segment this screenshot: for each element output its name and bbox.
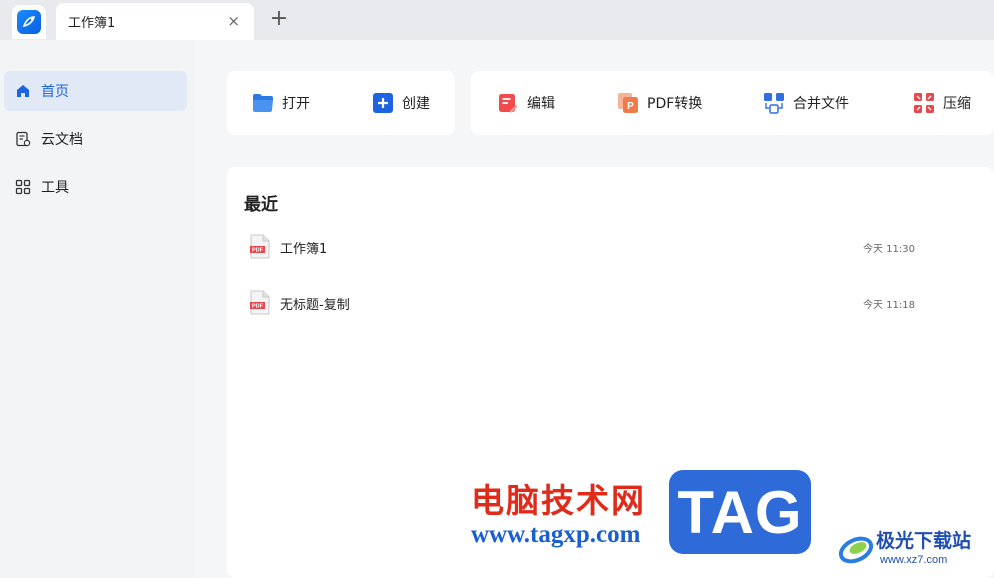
open-label: 打开 [282, 96, 310, 112]
svg-text:P: P [627, 101, 634, 112]
svg-text:PDF: PDF [252, 304, 264, 310]
watermark-site-name: 极光下载站 [876, 530, 972, 552]
merge-files-icon [763, 92, 785, 114]
pdf-convert-icon: P [617, 92, 639, 114]
file-time: 今天 11:18 [863, 299, 915, 311]
watermark-tag-logo: TAG [669, 470, 811, 554]
list-item[interactable]: PDF 工作簿1 今天 11:30 [227, 222, 993, 272]
sidebar-item-label: 云文档 [41, 132, 83, 148]
sidebar: 首页 云文档 工具 [0, 40, 195, 578]
file-time: 今天 11:30 [863, 243, 915, 255]
file-name: 无标题-复制 [280, 297, 350, 313]
create-label: 创建 [402, 96, 430, 112]
app-logo[interactable] [12, 5, 46, 39]
open-button[interactable]: 打开 [252, 71, 310, 135]
home-icon [14, 82, 32, 100]
watermark-url: www.tagxp.com [471, 521, 641, 548]
app-logo-icon [17, 10, 41, 34]
tab-workbook[interactable]: 工作簿1 × [56, 3, 254, 40]
pdf-convert-label: PDF转换 [647, 96, 703, 112]
cloud-doc-icon [14, 130, 32, 148]
edit-doc-icon [497, 92, 519, 114]
close-icon[interactable]: × [227, 13, 240, 29]
watermark-site-url: www.xz7.com [880, 554, 948, 566]
tools-card: 编辑 P PDF转换 合并文件 压缩 [471, 71, 994, 135]
recent-title: 最近 [244, 195, 278, 215]
create-button[interactable]: 创建 [372, 71, 430, 135]
new-tab-button[interactable]: + [268, 8, 290, 30]
edit-label: 编辑 [527, 96, 555, 112]
plus-square-icon [372, 92, 394, 114]
compress-label: 压缩 [943, 96, 971, 112]
tab-title: 工作簿1 [68, 16, 116, 31]
aurora-logo-icon [838, 536, 874, 564]
pdf-convert-button[interactable]: P PDF转换 [617, 71, 702, 135]
sidebar-item-label: 工具 [41, 180, 69, 196]
watermark-cn-text: 电脑技术网 [471, 481, 646, 520]
tools-grid-icon [14, 178, 32, 196]
list-item[interactable]: PDF 无标题-复制 今天 11:18 [227, 278, 993, 328]
pdf-file-icon: PDF [250, 234, 270, 259]
compress-icon [913, 92, 935, 114]
pdf-file-icon: PDF [250, 290, 270, 315]
sidebar-item-cloud-docs[interactable]: 云文档 [4, 119, 187, 159]
file-name: 工作簿1 [280, 241, 328, 257]
sidebar-item-label: 首页 [41, 84, 69, 100]
sidebar-item-tools[interactable]: 工具 [4, 167, 187, 207]
folder-icon [252, 92, 274, 114]
compress-button[interactable]: 压缩 [913, 71, 971, 135]
sidebar-item-home[interactable]: 首页 [4, 71, 187, 111]
edit-button[interactable]: 编辑 [497, 71, 555, 135]
tab-bar: 工作簿1 × + [0, 0, 994, 40]
svg-text:PDF: PDF [252, 248, 264, 254]
watermark-site-logo: 极光下载站 www.xz7.com [836, 524, 994, 574]
quick-actions-card: 打开 创建 [227, 71, 455, 135]
merge-files-label: 合并文件 [793, 96, 849, 112]
merge-files-button[interactable]: 合并文件 [763, 71, 849, 135]
